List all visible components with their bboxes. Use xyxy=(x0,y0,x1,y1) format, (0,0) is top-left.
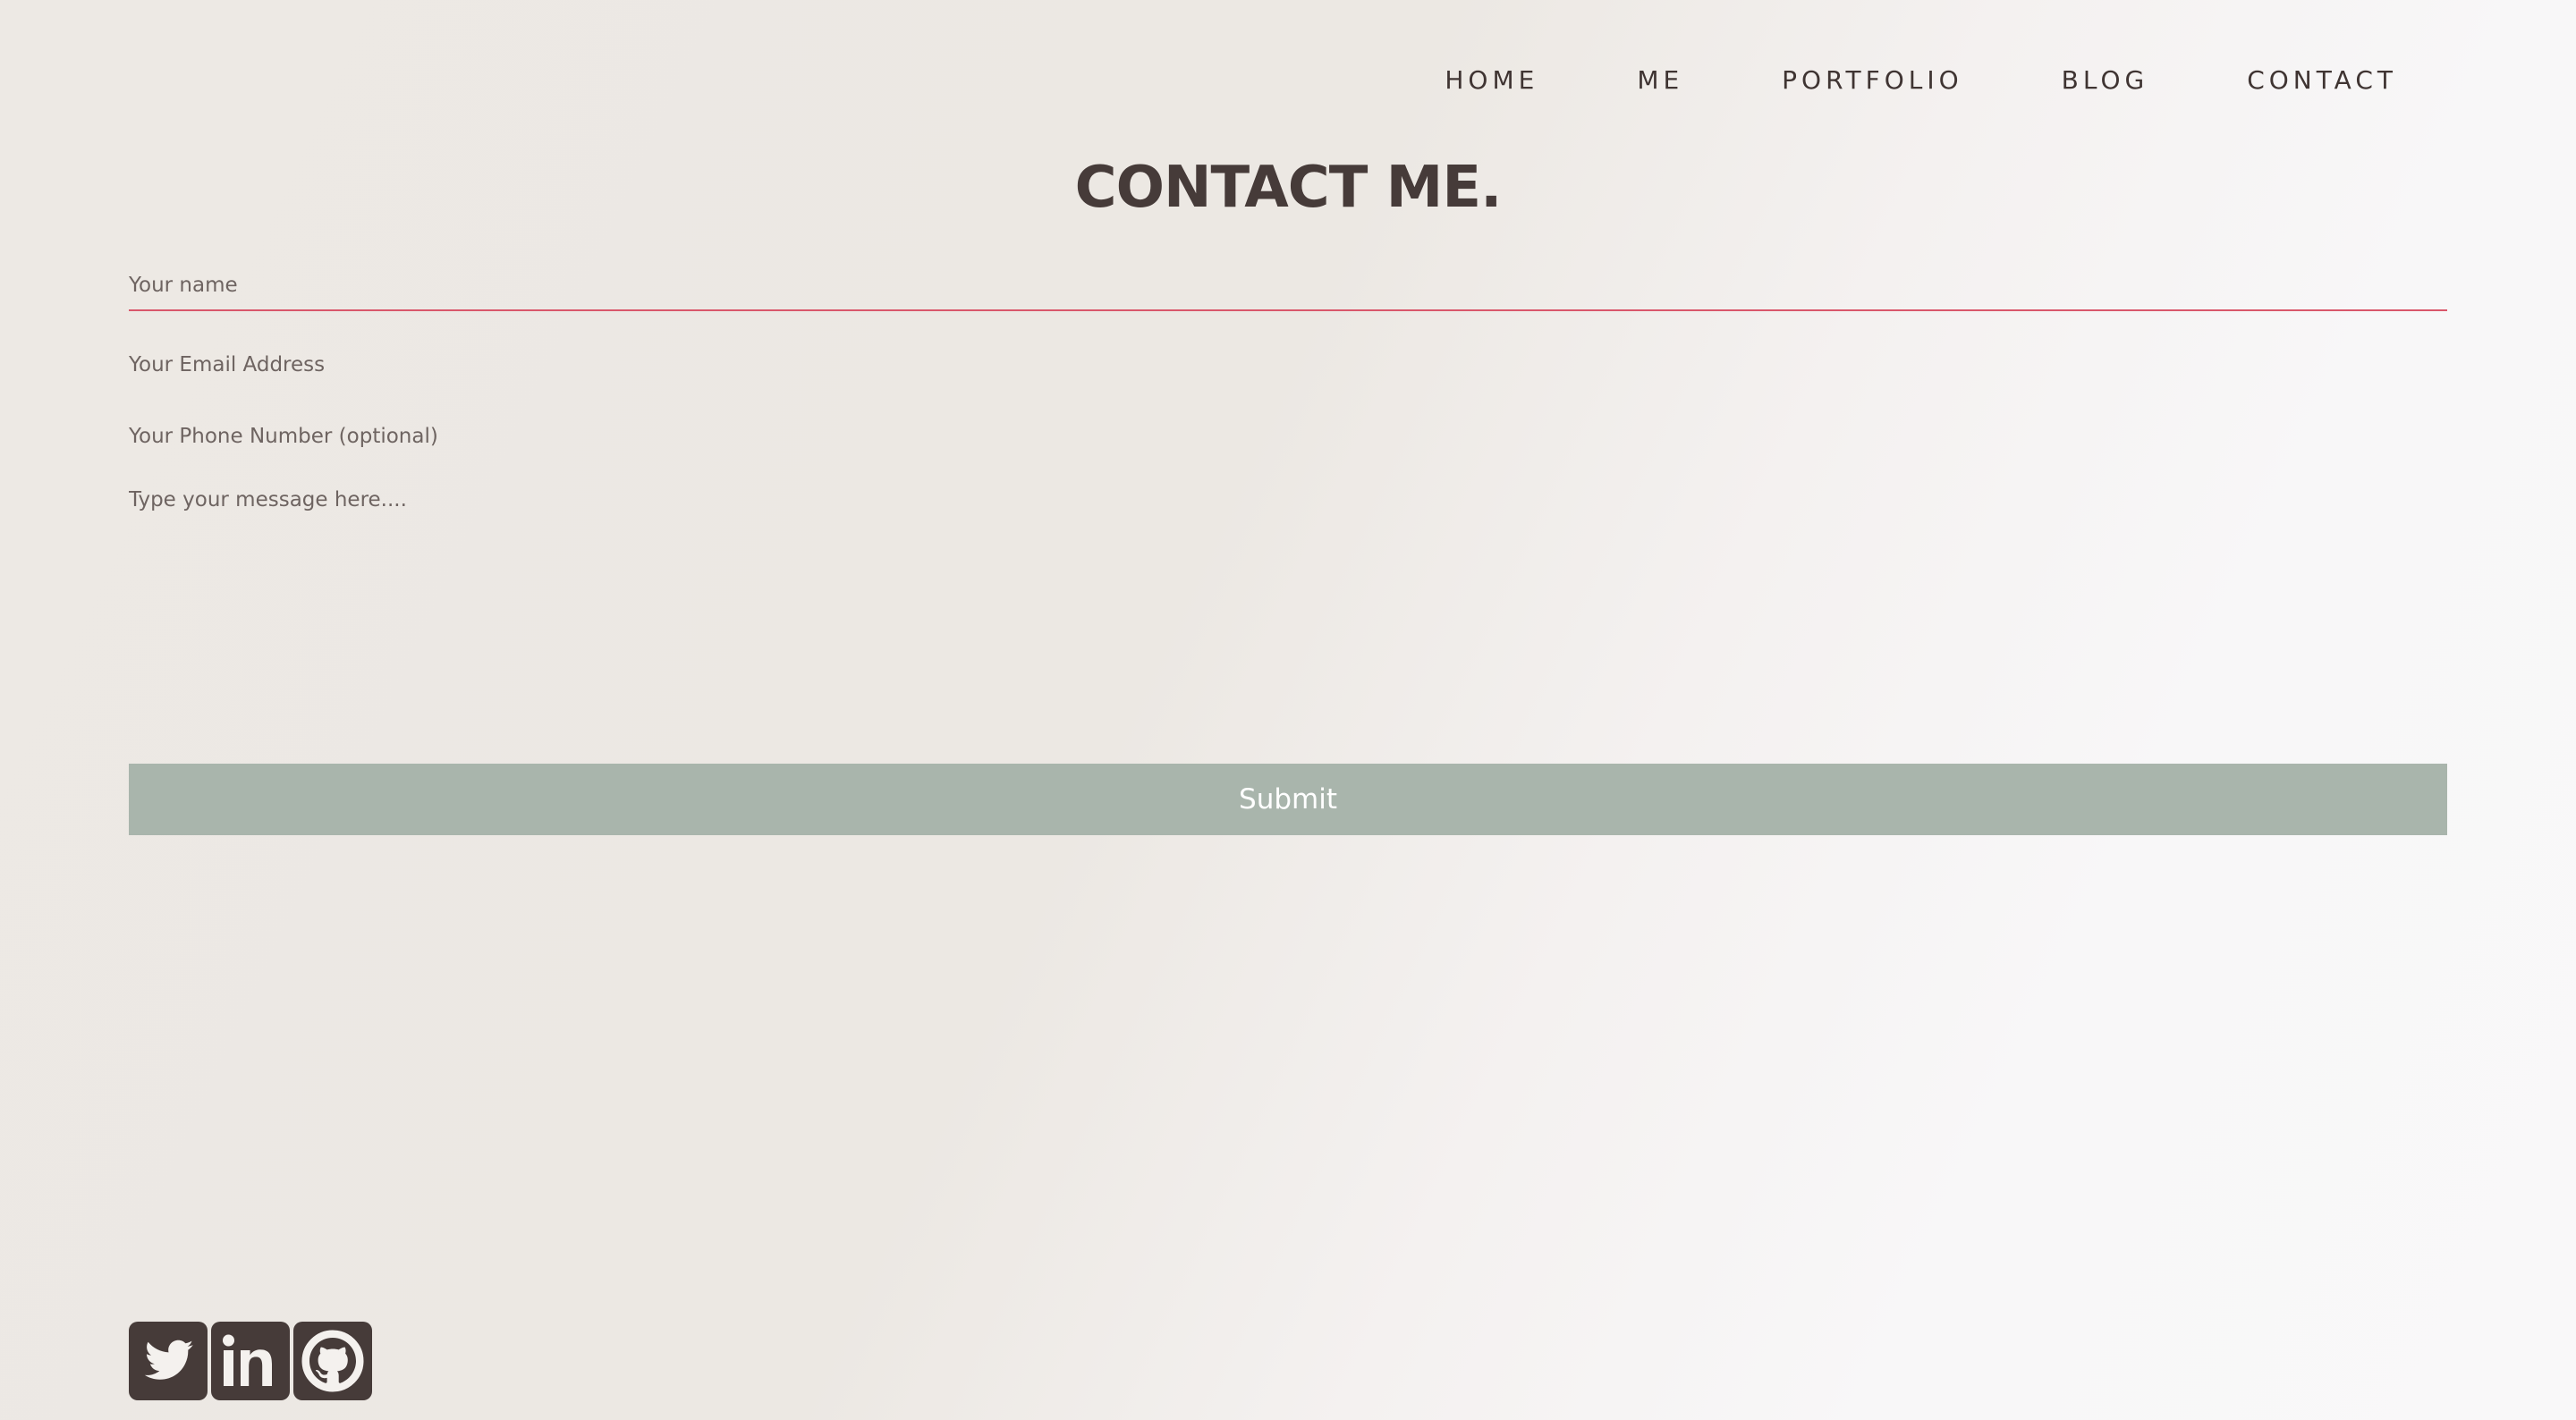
linkedin-icon xyxy=(223,1334,272,1386)
nav-home[interactable]: HOME xyxy=(1445,61,1538,100)
linkedin-link[interactable] xyxy=(211,1322,290,1400)
twitter-link[interactable] xyxy=(129,1322,208,1400)
nav-portfolio[interactable]: PORTFOLIO xyxy=(1782,61,1963,100)
page-title: CONTACT ME. xyxy=(1074,155,1503,221)
social-links xyxy=(129,1322,372,1400)
github-link[interactable] xyxy=(293,1322,372,1400)
nav-contact[interactable]: CONTACT xyxy=(2247,61,2397,100)
nav-me[interactable]: ME xyxy=(1637,61,1683,100)
phone-input[interactable] xyxy=(129,417,2447,456)
twitter-icon xyxy=(144,1340,193,1380)
nav-blog[interactable]: BLOG xyxy=(2062,61,2149,100)
message-textarea[interactable] xyxy=(129,486,2447,746)
contact-form: Submit xyxy=(129,265,2447,835)
email-input[interactable] xyxy=(129,345,2447,385)
submit-button[interactable]: Submit xyxy=(129,764,2447,835)
name-input[interactable] xyxy=(129,265,2447,311)
github-icon xyxy=(301,1330,364,1392)
main-nav: HOME ME PORTFOLIO BLOG CONTACT xyxy=(1445,61,2397,100)
